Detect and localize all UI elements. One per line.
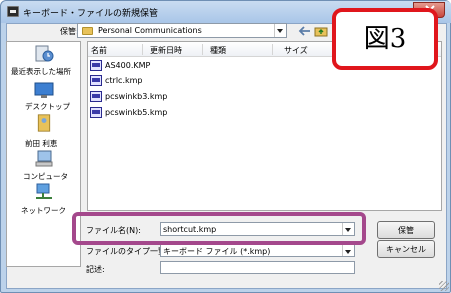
column-type[interactable]: 種類 bbox=[210, 45, 226, 56]
file-name: pcswinkb5.kmp bbox=[105, 108, 168, 117]
back-arrow-icon bbox=[298, 26, 310, 36]
column-separator bbox=[142, 44, 143, 55]
figure-label-callout: 図3 bbox=[332, 8, 438, 70]
place-user[interactable]: 前田 利恵 bbox=[7, 114, 80, 150]
places-bar: 最近表示した場所 デスクトップ 前田 利恵 コンピュータ ネットワーク bbox=[6, 41, 81, 267]
window-title: キーボード・ファイルの新規保管 bbox=[23, 9, 159, 19]
kmp-file-icon bbox=[90, 107, 102, 118]
chevron-down-icon[interactable] bbox=[342, 245, 353, 256]
list-item[interactable]: AS400.KMP bbox=[90, 59, 210, 73]
cancel-button[interactable]: キャンセル bbox=[377, 240, 435, 258]
kmp-file-icon bbox=[90, 60, 102, 71]
place-desktop[interactable]: デスクトップ bbox=[7, 82, 80, 114]
save-button[interactable]: 保管 bbox=[377, 221, 435, 239]
chevron-down-icon[interactable] bbox=[274, 24, 285, 37]
desktop-icon bbox=[34, 82, 54, 98]
filetype-dropdown[interactable]: キーボード ファイル (*.kmp) bbox=[160, 244, 355, 257]
kmp-file-icon bbox=[90, 91, 102, 102]
keyboard-app-icon bbox=[7, 6, 19, 17]
place-label: コンピュータ bbox=[23, 172, 68, 181]
save-in-label: 保管: bbox=[60, 27, 79, 36]
column-separator bbox=[202, 44, 203, 55]
filetype-value: キーボード ファイル (*.kmp) bbox=[163, 247, 271, 256]
file-name: AS400.KMP bbox=[105, 61, 151, 70]
place-label: デスクトップ bbox=[25, 102, 70, 111]
up-folder-button[interactable] bbox=[314, 25, 328, 37]
list-item[interactable]: pcswinkb3.kmp bbox=[90, 90, 210, 104]
comment-input[interactable] bbox=[160, 261, 355, 274]
place-label: ネットワーク bbox=[21, 206, 66, 215]
file-name: pcswinkb3.kmp bbox=[105, 92, 168, 101]
user-folder-icon bbox=[37, 114, 51, 132]
column-modified[interactable]: 更新日時 bbox=[150, 45, 182, 56]
file-name: ctrlc.kmp bbox=[105, 76, 143, 85]
place-recent[interactable]: 最近表示した場所 bbox=[7, 44, 80, 80]
list-item[interactable]: pcswinkb5.kmp bbox=[90, 106, 210, 120]
back-button[interactable] bbox=[298, 25, 312, 37]
up-folder-icon bbox=[314, 27, 328, 37]
resize-grip[interactable] bbox=[439, 281, 449, 291]
network-icon bbox=[36, 183, 52, 199]
computer-icon bbox=[35, 150, 53, 167]
place-network[interactable]: ネットワーク bbox=[7, 182, 80, 218]
save-in-dropdown[interactable]: Personal Communications bbox=[77, 23, 287, 38]
column-size[interactable]: サイズ bbox=[284, 45, 308, 56]
recent-places-icon bbox=[35, 45, 54, 62]
comment-label: 記述: bbox=[86, 265, 105, 274]
folder-icon bbox=[82, 27, 93, 35]
list-item[interactable]: ctrlc.kmp bbox=[90, 74, 210, 88]
filename-highlight-box bbox=[72, 212, 366, 245]
place-label: 最近表示した場所 bbox=[11, 67, 71, 76]
column-separator bbox=[272, 44, 273, 55]
column-name[interactable]: 名前 bbox=[91, 45, 107, 56]
place-computer[interactable]: コンピュータ bbox=[7, 148, 80, 182]
current-folder-name: Personal Communications bbox=[98, 26, 202, 35]
kmp-file-icon bbox=[90, 75, 102, 86]
